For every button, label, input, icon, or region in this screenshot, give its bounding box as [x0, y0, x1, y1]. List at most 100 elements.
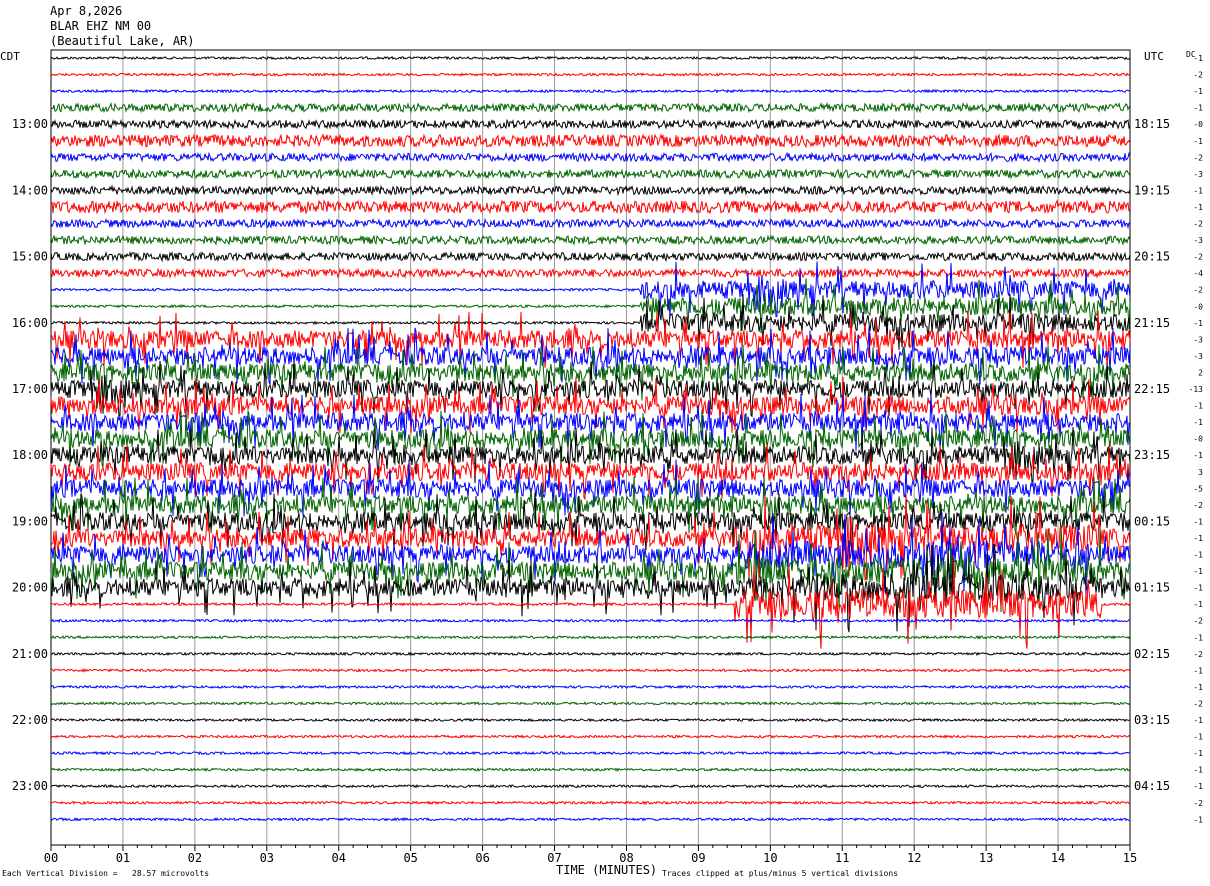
seismic-trace [50, 88, 1131, 94]
x-tick-label: 09 [691, 851, 705, 865]
seismic-trace [50, 72, 1131, 77]
dc-offset-header: DC [1186, 50, 1196, 59]
helicorder-plot: 00 01 02 03 04 05 06 07 08 09 10 11 12 13 14 15-1-2-1-1… [12, 49, 1204, 865]
dc-offset-label: -1 [1193, 418, 1203, 427]
dc-offset-label: -1 [1193, 666, 1203, 675]
right-hour-label: 23:15 [1134, 448, 1170, 462]
dc-offset-label: -1 [1193, 87, 1203, 96]
dc-offset-label: -1 [1193, 567, 1203, 576]
x-tick-label: 00 [44, 851, 58, 865]
seismic-trace [50, 217, 1131, 230]
dc-offset-label: -1 [1193, 319, 1203, 328]
right-hour-label: 22:15 [1134, 382, 1170, 396]
seismic-trace [50, 151, 1131, 164]
plot-date: Apr 8,2026 [50, 4, 123, 18]
dc-offset-label: -1 [1193, 633, 1203, 642]
right-hour-label: 00:15 [1134, 514, 1170, 528]
x-tick-label: 13 [979, 851, 993, 865]
dc-offset-label: -1 [1193, 186, 1203, 195]
dc-offset-label: -1 [1193, 683, 1203, 692]
dc-offset-label: -0 [1193, 435, 1203, 444]
x-tick-label: 01 [116, 851, 130, 865]
left-hour-label: 23:00 [12, 779, 48, 793]
dc-offset-label: -1 [1193, 716, 1203, 725]
dc-offset-label: -3 [1193, 352, 1203, 361]
seismic-trace [50, 634, 1131, 640]
left-hour-label: 14:00 [12, 183, 48, 197]
dc-offset-label: -2 [1193, 220, 1203, 229]
seismic-trace [50, 168, 1131, 180]
seismic-trace [50, 800, 1131, 806]
left-hour-label: 21:00 [12, 647, 48, 661]
left-hour-label: 16:00 [12, 316, 48, 330]
dc-offset-label: -1 [1193, 551, 1203, 560]
dc-offset-label: 2 [1198, 368, 1203, 377]
right-hour-label: 03:15 [1134, 713, 1170, 727]
left-hour-label: 17:00 [12, 382, 48, 396]
x-tick-label: 12 [907, 851, 921, 865]
dc-offset-label: -3 [1193, 170, 1203, 179]
seismic-trace [50, 701, 1131, 706]
right-hour-label: 04:15 [1134, 779, 1170, 793]
dc-offset-label: -2 [1193, 799, 1203, 808]
dc-offset-label: -13 [1189, 385, 1204, 394]
x-tick-label: 10 [763, 851, 777, 865]
dc-offset-label: 3 [1198, 468, 1203, 477]
x-tick-label: 06 [475, 851, 489, 865]
dc-offset-label: -2 [1193, 501, 1203, 510]
dc-offset-label: -2 [1193, 650, 1203, 659]
dc-offset-label: -1 [1193, 584, 1203, 593]
seismic-trace [50, 717, 1130, 723]
right-hour-label: 01:15 [1134, 581, 1170, 595]
seismic-trace [50, 310, 1131, 368]
seismic-trace [50, 734, 1131, 739]
seismic-trace [50, 101, 1131, 114]
x-tick-label: 11 [835, 851, 849, 865]
dc-offset-label: -3 [1193, 335, 1203, 344]
right-hour-label: 20:15 [1134, 250, 1170, 264]
seismic-trace [50, 250, 1131, 263]
left-hour-label: 20:00 [12, 581, 48, 595]
dc-offset-label: -2 [1193, 253, 1203, 262]
station-code: BLAR EHZ NM 00 [50, 19, 152, 33]
seismic-trace [50, 816, 1131, 822]
right-hour-label: 19:15 [1134, 183, 1170, 197]
left-hour-label: 18:00 [12, 448, 48, 462]
seismic-trace [50, 267, 1131, 280]
clip-note: Traces clipped at plus/minus 5 vertical … [662, 869, 899, 878]
dc-offset-label: -0 [1193, 302, 1203, 311]
dc-offset-label: -1 [1193, 782, 1203, 791]
right-timezone-label: UTC [1144, 50, 1164, 63]
dc-offset-label: -1 [1193, 815, 1203, 824]
x-tick-label: 03 [260, 851, 274, 865]
x-tick-label: 05 [403, 851, 417, 865]
seismic-trace [50, 651, 1131, 657]
seismic-trace [50, 767, 1131, 773]
left-hour-label: 22:00 [12, 713, 48, 727]
scale-note: Each Vertical Division = 28.57 microvolt… [2, 869, 210, 878]
dc-offset-label: -1 [1193, 749, 1203, 758]
dc-offset-label: -1 [1193, 402, 1203, 411]
dc-offset-label: -3 [1193, 236, 1203, 245]
seismic-trace [50, 184, 1131, 197]
left-hour-label: 19:00 [12, 514, 48, 528]
left-hour-label: 13:00 [12, 117, 48, 131]
dc-offset-label: -2 [1193, 71, 1203, 80]
x-axis-title: TIME (MINUTES) [556, 863, 658, 877]
dc-offset-label: -1 [1193, 104, 1203, 113]
seismic-trace [50, 667, 1131, 673]
dc-offset-label: -1 [1193, 203, 1203, 212]
dc-offset-label: -2 [1193, 286, 1203, 295]
dc-offset-label: -1 [1193, 451, 1203, 460]
seismic-trace [50, 199, 1131, 215]
x-tick-label: 15 [1123, 851, 1137, 865]
right-hour-label: 18:15 [1134, 117, 1170, 131]
dc-offset-label: -1 [1193, 600, 1203, 609]
seismic-trace [50, 783, 1131, 789]
seismic-trace [50, 118, 1131, 131]
left-hour-label: 15:00 [12, 250, 48, 264]
right-hour-label: 21:15 [1134, 316, 1170, 330]
seismic-trace [50, 750, 1131, 756]
right-hour-label: 02:15 [1134, 647, 1170, 661]
seismic-trace [50, 55, 1131, 61]
